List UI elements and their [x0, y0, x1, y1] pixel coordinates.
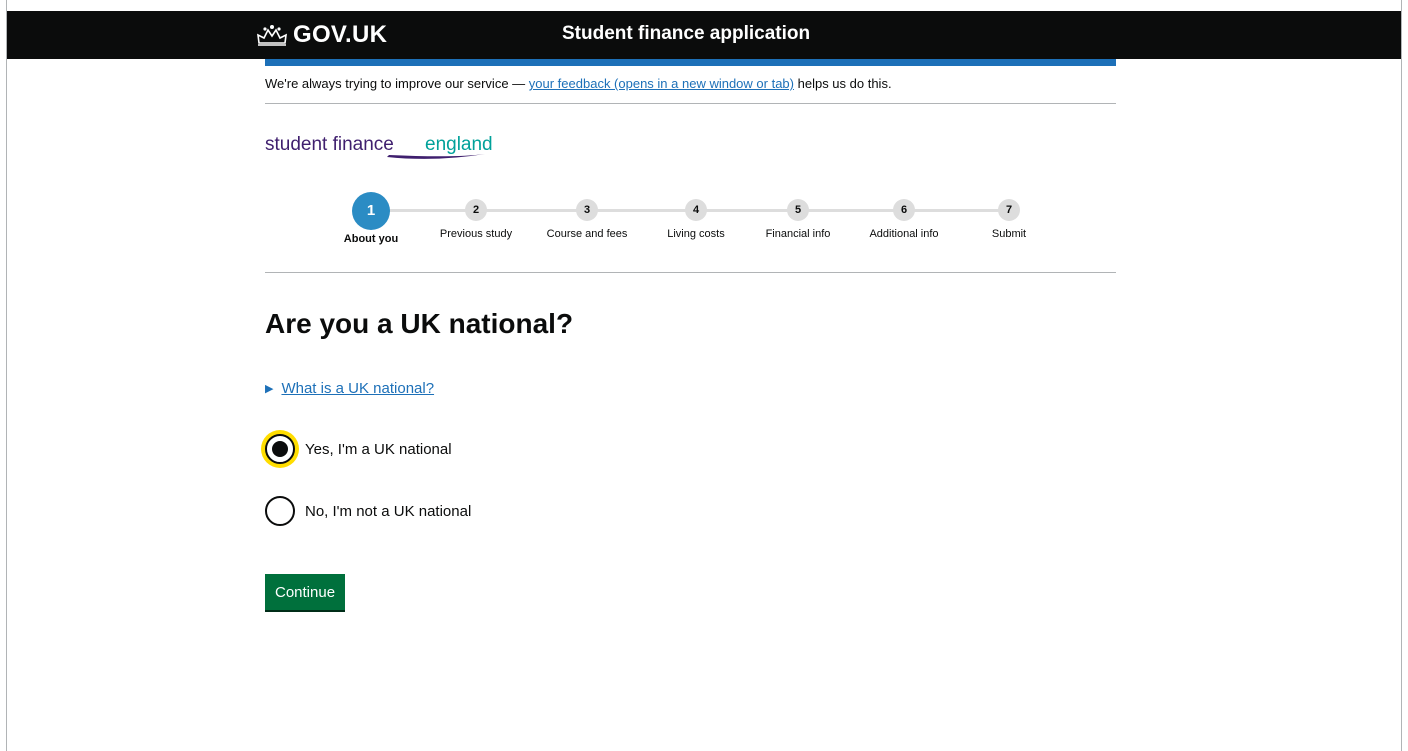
divider — [265, 272, 1116, 273]
browser-frame — [6, 0, 1402, 751]
radio-button-checked[interactable] — [265, 434, 295, 464]
continue-button[interactable]: Continue — [265, 574, 346, 610]
step-5: 5 Financial info — [738, 190, 858, 240]
step-1: 1 About you — [311, 190, 431, 245]
step-label: Previous study — [439, 228, 513, 240]
step-number: 6 — [893, 199, 915, 221]
radio-label-yes[interactable]: Yes, I'm a UK national — [305, 441, 452, 458]
gov-header: GOV.UK Student finance application — [7, 11, 1401, 59]
step-number: 4 — [685, 199, 707, 221]
step-label: About you — [343, 233, 399, 245]
step-label: Submit — [991, 228, 1027, 240]
step-2: 2 Previous study — [416, 190, 536, 240]
radio-no-uk-national[interactable]: No, I'm not a UK national — [265, 496, 471, 526]
feedback-link[interactable]: your feedback (opens in a new window or … — [529, 76, 794, 91]
student-finance-england-logo: student finance england — [265, 134, 493, 159]
step-label: Additional info — [869, 228, 939, 240]
logo-text-accent: england — [425, 134, 493, 155]
step-number: 3 — [576, 199, 598, 221]
radio-yes-uk-national[interactable]: Yes, I'm a UK national — [265, 434, 452, 464]
feedback-prefix: We're always trying to improve our servi… — [265, 76, 529, 91]
feedback-banner: We're always trying to improve our servi… — [265, 76, 892, 91]
step-3: 3 Course and fees — [527, 190, 647, 240]
triangle-right-icon: ▶ — [265, 383, 274, 395]
step-label: Course and fees — [546, 228, 628, 240]
step-7: 7 Submit — [949, 190, 1069, 240]
feedback-suffix: helps us do this. — [794, 76, 892, 91]
govuk-logo-text: GOV.UK — [293, 21, 388, 48]
step-number: 2 — [465, 199, 487, 221]
logo-text-dark: student finance — [265, 134, 394, 155]
govuk-logo[interactable]: GOV.UK — [255, 21, 388, 48]
header-blue-bar — [265, 59, 1116, 66]
radio-label-no[interactable]: No, I'm not a UK national — [305, 503, 471, 520]
service-name[interactable]: Student finance application — [562, 23, 810, 45]
details-disclosure[interactable]: ▶ What is a UK national? — [265, 380, 434, 397]
divider — [265, 103, 1116, 104]
step-label: Financial info — [765, 228, 831, 240]
step-number: 5 — [787, 199, 809, 221]
radio-button-unchecked[interactable] — [265, 496, 295, 526]
progress-stepper: 1 About you 2 Previous study 3 Course and fee… — [265, 190, 1116, 260]
page-title: Are you a UK national? — [265, 308, 574, 339]
step-number: 7 — [998, 199, 1020, 221]
step-number: 1 — [352, 192, 390, 230]
crown-icon — [257, 25, 287, 46]
details-link[interactable]: What is a UK national? — [281, 380, 434, 397]
step-6: 6 Additional info — [844, 190, 964, 240]
